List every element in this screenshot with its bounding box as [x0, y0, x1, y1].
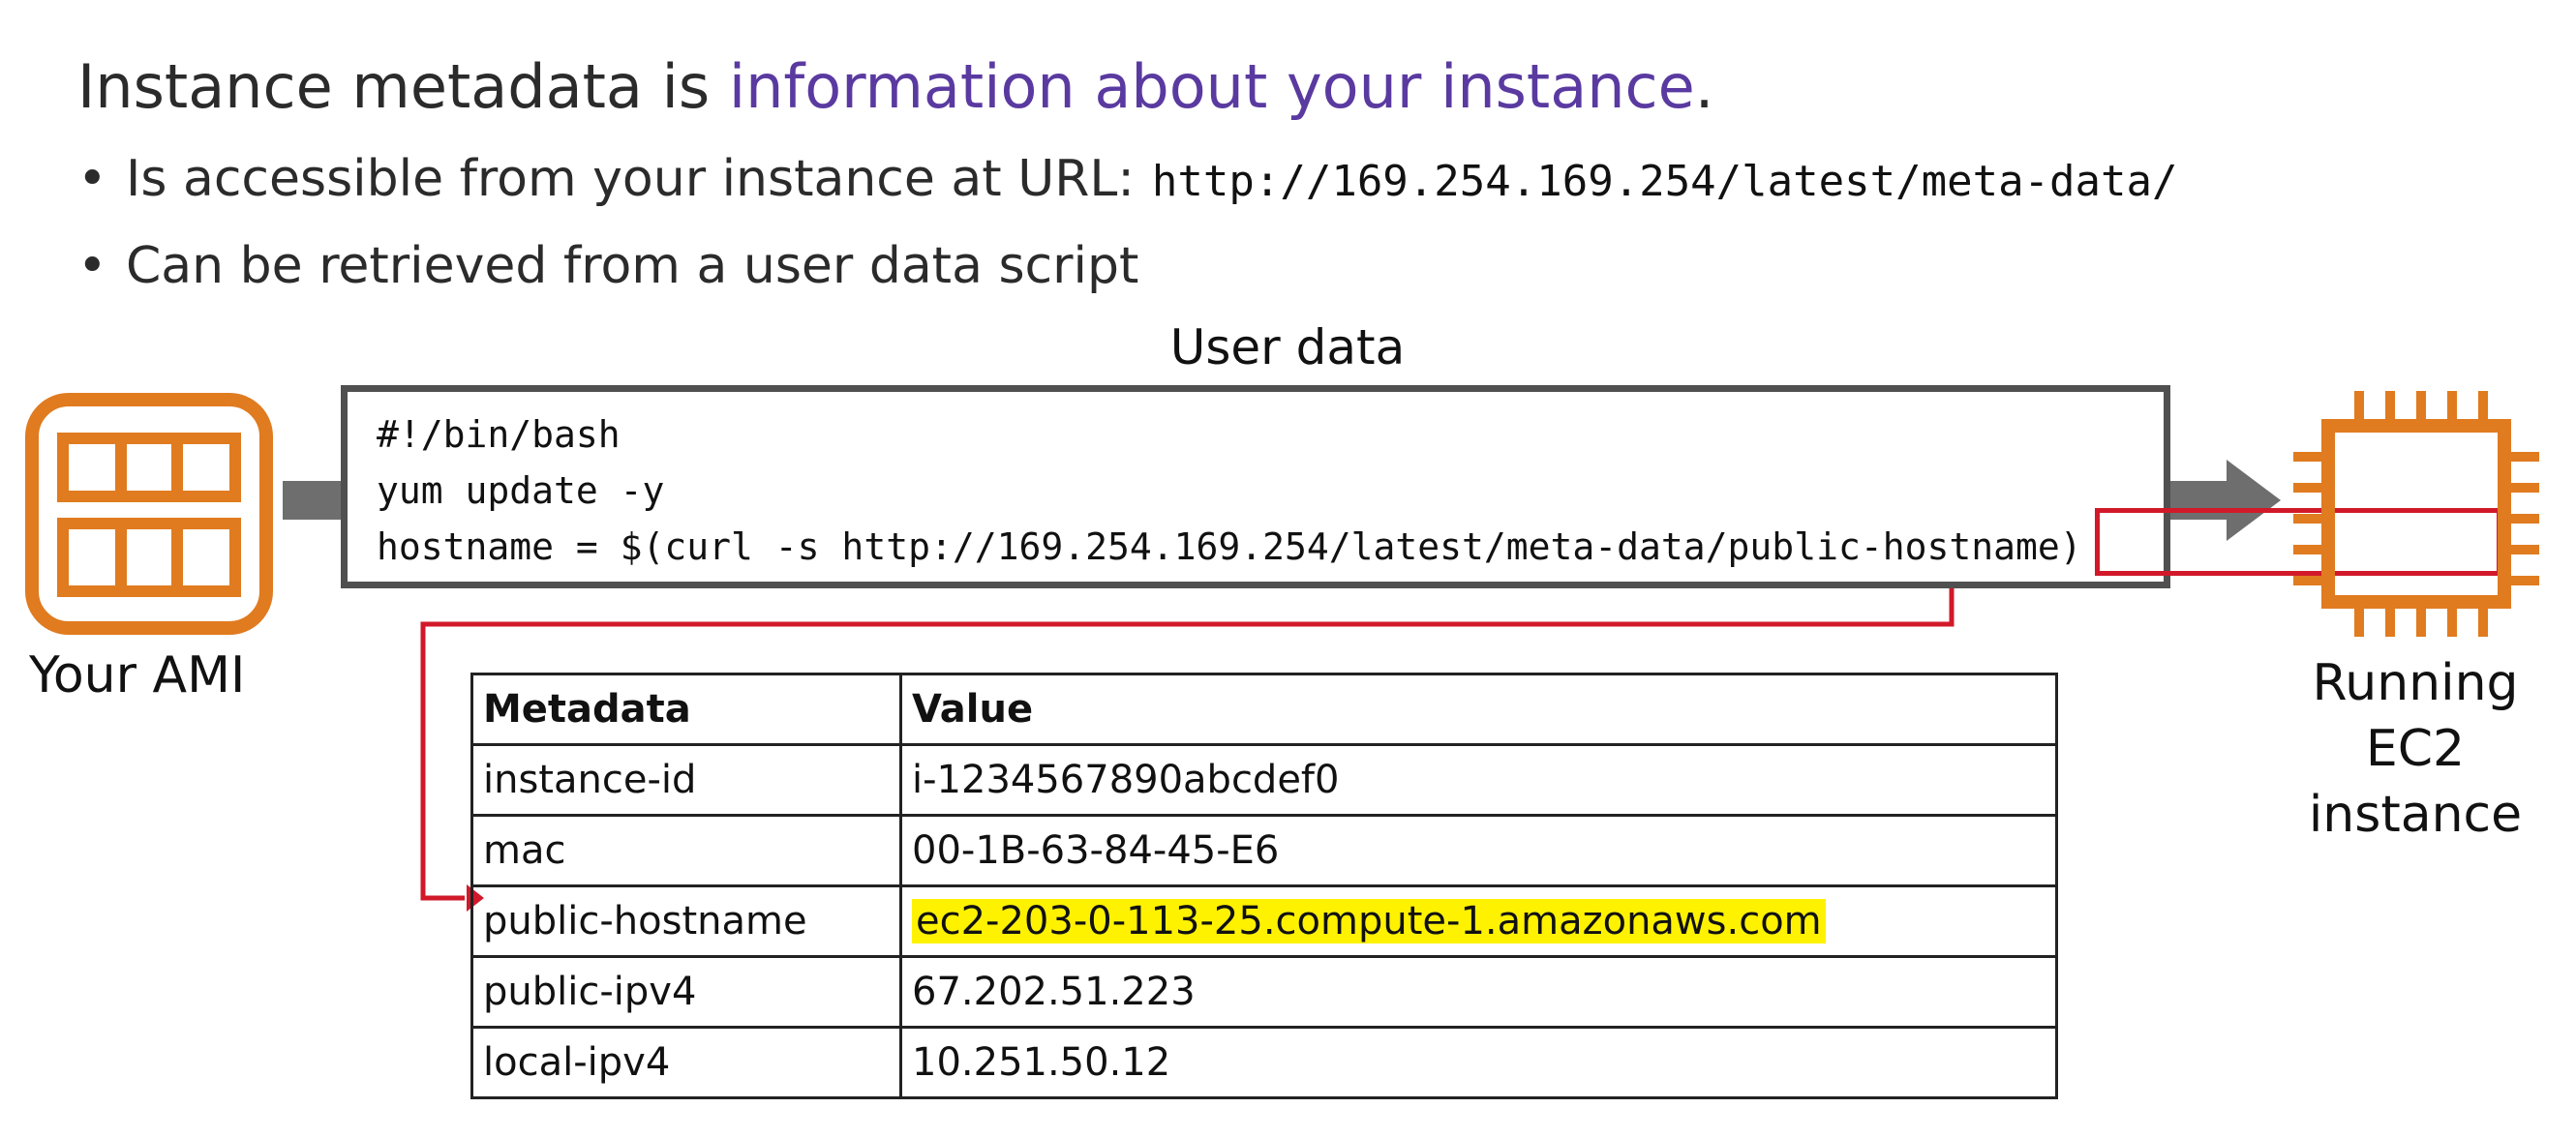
- table-header-row: Metadata Value: [470, 673, 2058, 746]
- metadata-key: public-ipv4: [470, 955, 902, 1029]
- bullet-text: Is accessible from your instance at URL:: [126, 150, 1135, 208]
- bullet-dot: •: [77, 237, 107, 295]
- header-metadata: Metadata: [470, 673, 902, 746]
- bullet-text: Can be retrieved from a user data script: [126, 237, 1139, 295]
- code-line: yum update -y: [377, 469, 665, 512]
- table-row: public-ipv4 67.202.51.223: [470, 955, 2058, 1029]
- ami-icon: [25, 393, 273, 635]
- metadata-value: i-1234567890abcdef0: [899, 743, 2058, 817]
- bullet-script: • Can be retrieved from a user data scrip…: [77, 234, 1138, 298]
- headline-prefix: Instance metadata is: [77, 51, 729, 122]
- headline-accent: information about your instance: [728, 51, 1695, 122]
- bullet-dot: •: [77, 150, 107, 208]
- metadata-key: instance-id: [470, 743, 902, 817]
- metadata-value: 00-1B-63-84-45-E6: [899, 814, 2058, 887]
- headline-suffix: .: [1694, 51, 1714, 122]
- metadata-value: 67.202.51.223: [899, 955, 2058, 1029]
- ec2-chip-icon: [2293, 391, 2539, 637]
- metadata-key: public-hostname: [470, 884, 902, 958]
- code-line: hostname = $(curl -s http://169.254.169.…: [377, 525, 2082, 568]
- user-data-title: User data: [1169, 319, 1406, 375]
- ec2-label-line: instance: [2308, 786, 2523, 844]
- table-row: local-ipv4 10.251.50.12: [470, 1026, 2058, 1099]
- ec2-label-line: Running: [2312, 654, 2519, 712]
- ec2-label-line: EC2: [2365, 720, 2466, 778]
- ec2-label: Running EC2 instance: [2280, 650, 2551, 848]
- metadata-value: ec2-203-0-113-25.compute-1.amazonaws.com: [899, 884, 2058, 958]
- header-value: Value: [899, 673, 2058, 746]
- table-row: instance-id i-1234567890abcdef0: [470, 743, 2058, 817]
- bullet-url: • Is accessible from your instance at URL…: [77, 147, 2178, 214]
- user-data-code-box: #!/bin/bash yum update -y hostname = $(c…: [341, 385, 2501, 588]
- table-row-public-hostname: public-hostname ec2-203-0-113-25.compute…: [470, 884, 2058, 958]
- table-row: mac 00-1B-63-84-45-E6: [470, 814, 2058, 887]
- ami-to-userdata-arrow: [283, 481, 343, 520]
- highlighted-hostname: ec2-203-0-113-25.compute-1.amazonaws.com: [912, 899, 1826, 943]
- headline: Instance metadata is information about y…: [77, 48, 1713, 126]
- metadata-url: http://169.254.169.254/latest/meta-data/: [1151, 157, 2178, 206]
- metadata-table: Metadata Value instance-id i-1234567890a…: [470, 673, 2058, 1099]
- ami-label: Your AMI: [29, 646, 246, 704]
- code-line: #!/bin/bash: [377, 413, 621, 456]
- metadata-value: 10.251.50.12: [899, 1026, 2058, 1099]
- metadata-key: mac: [470, 814, 902, 887]
- metadata-key: local-ipv4: [470, 1026, 902, 1099]
